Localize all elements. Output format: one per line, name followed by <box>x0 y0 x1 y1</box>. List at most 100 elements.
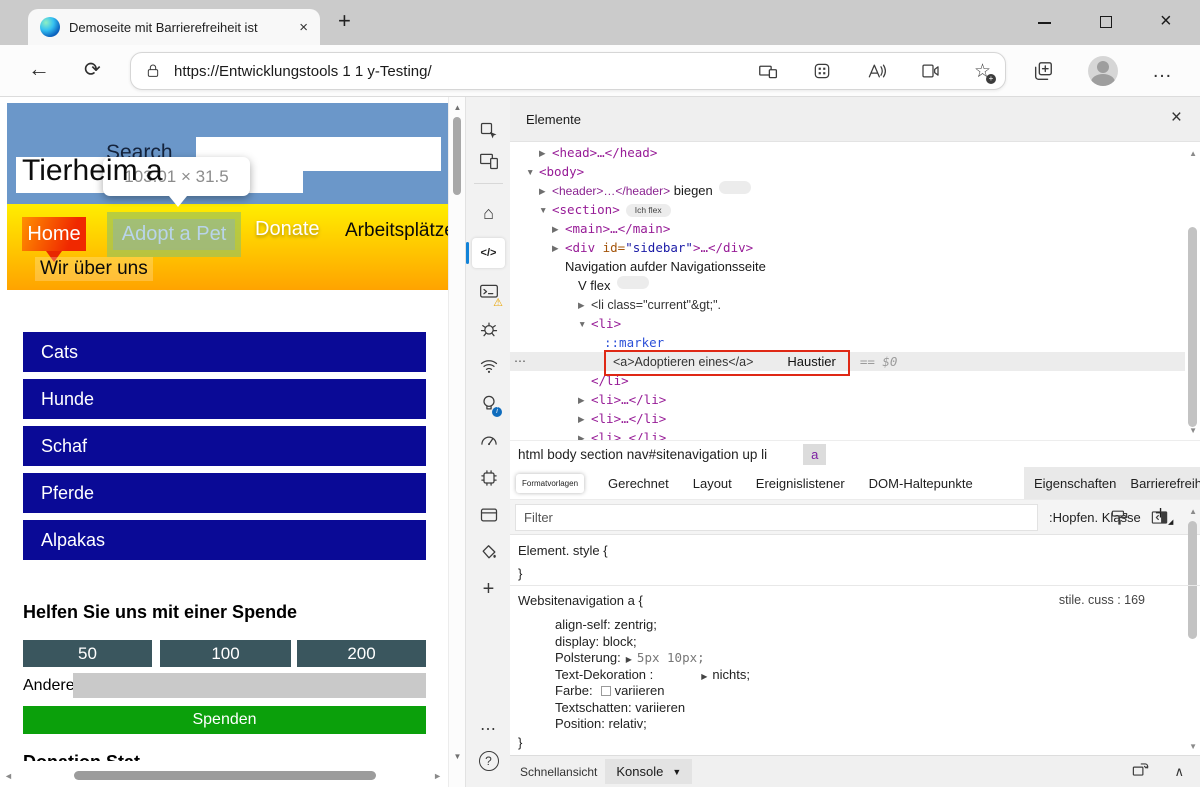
welcome-home-icon[interactable]: ⌂ <box>466 199 511 227</box>
dom-tree-row[interactable]: ▶ <li>…</li> <box>510 428 1185 440</box>
browser-tab[interactable]: Demoseite mit Barrierefreiheit ist × <box>28 9 320 45</box>
row-more-actions-icon[interactable]: ⋯ <box>514 352 526 371</box>
issues-bug-icon[interactable] <box>466 315 511 343</box>
styles-scroll-thumb[interactable] <box>1188 521 1197 639</box>
tab-gerechnet[interactable]: Gerechnet <box>608 476 669 491</box>
dom-tree-row[interactable]: ▼ <body> <box>510 162 1185 181</box>
collapse-arrow-icon[interactable]: ▶ <box>552 239 565 258</box>
horizontal-scrollbar[interactable]: ◄ ► <box>2 768 444 784</box>
collapse-arrow-icon[interactable]: ▶ <box>578 410 591 429</box>
css-rule-selector[interactable]: Websitenavigation a { <box>518 593 643 608</box>
expand-arrow-icon[interactable]: ▼ <box>539 201 552 220</box>
elements-tool-icon[interactable]: </> <box>466 239 511 267</box>
sidebar-toggle-icon[interactable] <box>1150 508 1169 532</box>
tab-layout[interactable]: Layout <box>693 476 732 491</box>
split-screen-icon[interactable] <box>758 61 779 82</box>
nav-item-donate[interactable]: Donate <box>255 218 320 241</box>
tab-formatvorlagen[interactable]: Formatvorlagen <box>516 473 585 493</box>
add-favorite-icon[interactable]: ☆ + <box>974 62 996 84</box>
dom-tree-row[interactable]: ▶ <main>…</main> <box>510 219 1185 238</box>
expand-arrow-icon[interactable]: ▶ <box>626 655 632 664</box>
color-swatch[interactable] <box>600 686 611 696</box>
inline-style-selector[interactable]: Element. style { <box>518 543 608 558</box>
immersive-reader-icon[interactable] <box>920 61 941 81</box>
tree-scroll-up-icon[interactable]: ▲ <box>1189 149 1197 158</box>
nav-item-home[interactable]: Home <box>22 217 86 262</box>
nav-item-adopt-highlighted[interactable]: Adopt a Pet <box>107 212 241 257</box>
application-icon[interactable] <box>466 501 511 529</box>
tree-scroll-down-icon[interactable]: ▼ <box>1189 426 1197 435</box>
tab-dom-haltepunkte[interactable]: DOM-Haltepunkte <box>869 476 973 491</box>
maximize-button[interactable] <box>1100 16 1112 28</box>
rendering-paint-icon[interactable] <box>1110 508 1129 532</box>
css-property[interactable]: Farbe: variieren <box>555 683 1185 700</box>
collections-button[interactable] <box>1032 45 1054 97</box>
collapse-arrow-icon[interactable]: ▶ <box>578 429 591 440</box>
styles-scroll-down-icon[interactable]: ▼ <box>1189 742 1197 751</box>
css-property[interactable]: Text-Dekoration : ▶ nichts; <box>555 667 1185 684</box>
nav-item-wir-ueber-uns[interactable]: Wir über uns <box>35 257 153 281</box>
css-rule-source-link[interactable]: stile. cuss : 169 <box>1059 593 1145 607</box>
tab-barrierefreiheit[interactable]: Barrierefreiheit <box>1130 476 1200 491</box>
window-close-button[interactable]: × <box>1160 10 1172 33</box>
apps-grid-icon[interactable] <box>812 61 832 81</box>
tab-ereignislistener[interactable]: Ereignislistener <box>756 476 845 491</box>
breadcrumb-path[interactable]: html body section nav#sitenavigation up … <box>518 447 767 462</box>
vertical-scroll-thumb[interactable] <box>453 117 461 195</box>
dock-side-icon[interactable] <box>1131 760 1150 784</box>
amount-button-50[interactable]: 50 <box>23 640 152 667</box>
dom-tree-row[interactable]: ▶ <header>…</header> biegen <box>510 181 1185 200</box>
dom-tree-row[interactable]: ▶ <li>…</li> <box>510 390 1185 409</box>
styles-filter-input[interactable]: Filter <box>515 504 1038 531</box>
expand-arrow-icon[interactable]: ▼ <box>526 163 539 182</box>
styles-scroll-up-icon[interactable]: ▲ <box>1189 507 1197 516</box>
address-bar[interactable]: https://Entwicklungstools 1 1 y-Testing/… <box>130 52 1006 90</box>
nav-item-arbeitsplaetze[interactable]: Arbeitsplätze <box>345 220 448 242</box>
category-button-pferde[interactable]: Pferde <box>23 473 426 513</box>
devtools-close-icon[interactable]: × <box>1171 107 1182 129</box>
dom-tree-row[interactable]: ▶ <li>…</li> <box>510 409 1185 428</box>
donate-button[interactable]: Spenden <box>23 706 426 734</box>
css-property[interactable]: Position: relativ; <box>555 716 1185 733</box>
tab-eigenschaften[interactable]: Eigenschaften <box>1034 476 1116 491</box>
css-property[interactable]: display: block; <box>555 634 1185 651</box>
tab-close-icon[interactable]: × <box>297 19 310 36</box>
tree-scroll-thumb[interactable] <box>1188 227 1197 427</box>
dom-tree-row[interactable]: Navigation aufder Navigationsseite <box>510 257 1185 276</box>
profile-button[interactable] <box>1088 45 1118 97</box>
dom-tree-row[interactable]: ▶ <head>…</head> <box>510 143 1185 162</box>
console-tool-icon[interactable]: ⚠ <box>466 278 511 309</box>
breadcrumb[interactable]: html body section nav#sitenavigation up … <box>510 440 1200 467</box>
horizontal-scroll-thumb[interactable] <box>74 771 376 780</box>
expand-arrow-icon[interactable]: ▶ <box>701 672 707 681</box>
category-button-alpakas[interactable]: Alpakas <box>23 520 426 560</box>
memory-icon[interactable] <box>466 464 511 492</box>
inspect-tool-icon[interactable] <box>466 117 511 145</box>
vertical-scrollbar[interactable]: ▲ ▼ <box>448 97 465 787</box>
collapse-arrow-icon[interactable]: ▶ <box>552 220 565 239</box>
reload-button[interactable]: ⟳ <box>84 57 101 82</box>
performance-icon[interactable] <box>466 426 511 454</box>
new-tab-button[interactable]: + <box>338 8 351 34</box>
scroll-up-icon[interactable]: ▲ <box>449 103 466 112</box>
more-tools-icon[interactable]: ⋯ <box>466 715 511 743</box>
category-button-hunde[interactable]: Hunde <box>23 379 426 419</box>
dom-tree-row[interactable]: ▶ <li class="current"&gt;". <box>510 295 1185 314</box>
console-drawer-dropdown[interactable]: Konsole ▼ <box>605 759 693 784</box>
css-overview-icon[interactable] <box>466 538 511 566</box>
amount-button-200[interactable]: 200 <box>297 640 426 667</box>
dom-tree-row[interactable]: ▼ <li> <box>510 314 1185 333</box>
css-property[interactable]: Polsterung: ▶ 5px 10px; <box>555 650 1185 667</box>
category-button-cats[interactable]: Cats <box>23 332 426 372</box>
collapse-arrow-icon[interactable]: ▶ <box>578 391 591 410</box>
category-button-schaf[interactable]: Schaf <box>23 426 426 466</box>
collapse-arrow-icon[interactable]: ▶ <box>539 144 552 163</box>
dom-tree-row[interactable]: ▶ <div id="sidebar">…</div> <box>510 238 1185 257</box>
dom-tree-row[interactable]: ▼ <section> Ich flex <box>510 200 1185 219</box>
settings-menu-button[interactable]: … <box>1152 45 1173 97</box>
css-property[interactable]: align-self: zentrig; <box>555 617 1185 634</box>
lighthouse-hints-icon[interactable]: i <box>466 389 511 417</box>
network-icon[interactable] <box>466 352 511 380</box>
help-icon[interactable]: ? <box>466 747 511 775</box>
scroll-right-icon[interactable]: ► <box>433 771 442 781</box>
